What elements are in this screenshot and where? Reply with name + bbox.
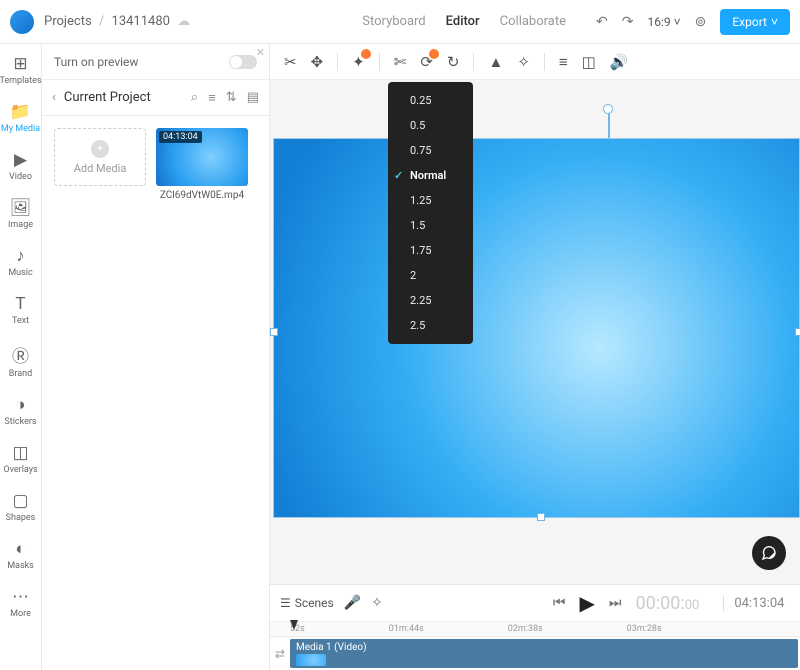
- timeline-ruler[interactable]: 52s01m:44s02m:38s03m:28s: [270, 621, 800, 637]
- rail-text[interactable]: TText: [0, 292, 41, 328]
- effects-icon[interactable]: ✧: [517, 53, 530, 71]
- adjust-icon[interactable]: ✦: [352, 53, 365, 71]
- chat-button[interactable]: [752, 536, 786, 570]
- mymedia-icon: 📁: [10, 102, 31, 122]
- tab-editor[interactable]: Editor: [446, 14, 480, 29]
- redo-icon[interactable]: ↷: [622, 14, 634, 30]
- speed-option[interactable]: 2.5: [388, 313, 473, 338]
- masks-icon: ◐: [15, 539, 25, 559]
- breadcrumb: Projects / 13411480 ☁: [44, 14, 190, 29]
- settings-icon[interactable]: ⊚: [695, 14, 707, 30]
- overlays-icon: ◫: [12, 443, 28, 463]
- mask-tool-icon[interactable]: ▲: [488, 53, 503, 71]
- media-duration: 04:13:04: [159, 131, 202, 143]
- undo-icon[interactable]: ↶: [596, 14, 608, 30]
- export-button[interactable]: Export ˅: [720, 9, 790, 35]
- plus-icon: +: [91, 140, 109, 158]
- more-icon: ⋯: [12, 587, 29, 607]
- rail-music[interactable]: ♪Music: [0, 244, 41, 280]
- breadcrumb-root[interactable]: Projects: [44, 14, 92, 29]
- search-icon[interactable]: ⌕: [191, 90, 198, 106]
- media-filename: ZCl69dVtW0E.mp4: [156, 190, 248, 201]
- panel-title: Current Project: [64, 90, 151, 105]
- play-button[interactable]: ▶: [580, 591, 595, 615]
- canvas-toolbar: ✂ ✥ ✦ ✄ ⟳ ↻ ▲ ✧ ≡ ◫ 🔊: [270, 44, 800, 80]
- rail-templates[interactable]: ⊞Templates: [0, 52, 41, 88]
- align-icon[interactable]: ≡: [559, 53, 568, 71]
- speed-option[interactable]: 2: [388, 263, 473, 288]
- rail-masks[interactable]: ◐Masks: [0, 537, 41, 573]
- ruler-tick: 02m:38s: [508, 624, 543, 634]
- templates-icon: ⊞: [13, 54, 27, 74]
- shapes-icon: ▢: [12, 491, 28, 511]
- rotate-handle[interactable]: [603, 104, 613, 114]
- cut-icon[interactable]: ✄: [394, 53, 407, 71]
- image-icon: 🖼: [10, 198, 32, 218]
- prev-frame-icon[interactable]: ⏮: [553, 595, 566, 611]
- preview-toggle[interactable]: [229, 55, 257, 69]
- marker-icon[interactable]: ✧: [371, 595, 383, 611]
- speed-option[interactable]: ✓Normal: [388, 163, 473, 188]
- speed-option[interactable]: 2.25: [388, 288, 473, 313]
- preview-label: Turn on preview: [54, 55, 138, 69]
- volume-icon[interactable]: 🔊: [610, 53, 629, 71]
- canvas-stage[interactable]: [273, 138, 800, 518]
- mic-icon[interactable]: 🎤: [344, 595, 361, 611]
- rail-shapes[interactable]: ▢Shapes: [0, 489, 41, 525]
- total-duration: 04:13:04: [723, 596, 784, 611]
- rail-overlays[interactable]: ◫Overlays: [0, 441, 41, 477]
- rail-stickers[interactable]: ◑Stickers: [0, 393, 41, 429]
- speed-icon[interactable]: ⟳: [420, 53, 433, 71]
- filter-icon[interactable]: ≡: [208, 90, 216, 106]
- text-icon: T: [15, 294, 25, 314]
- rail-brand[interactable]: ⓇBrand: [0, 340, 41, 381]
- tab-storyboard[interactable]: Storyboard: [362, 14, 425, 29]
- speed-option[interactable]: 1.25: [388, 188, 473, 213]
- speed-option[interactable]: 0.75: [388, 138, 473, 163]
- rail-image[interactable]: 🖼Image: [0, 196, 41, 232]
- rail-more[interactable]: ⋯More: [0, 585, 41, 621]
- rail-mymedia[interactable]: 📁My Media: [0, 100, 41, 136]
- timeline-clip[interactable]: Media 1 (Video): [290, 639, 798, 668]
- ruler-tick: 01m:44s: [389, 624, 424, 634]
- speed-option[interactable]: 1.5: [388, 213, 473, 238]
- app-logo[interactable]: [10, 10, 34, 34]
- track-link-icon[interactable]: ⇄: [270, 637, 290, 670]
- layers-icon[interactable]: ◫: [582, 53, 596, 71]
- ruler-tick: 03m:28s: [627, 624, 662, 634]
- video-icon: ▶: [14, 150, 27, 170]
- speed-option[interactable]: 1.75: [388, 238, 473, 263]
- fit-icon[interactable]: ✥: [311, 53, 324, 71]
- sort-icon[interactable]: ⇅: [226, 90, 237, 106]
- crop-icon[interactable]: ✂: [284, 53, 297, 71]
- brand-icon: Ⓡ: [12, 342, 29, 367]
- timecode: 00:00:00: [636, 593, 700, 614]
- back-icon[interactable]: ‹: [52, 90, 56, 105]
- add-media-button[interactable]: + Add Media: [54, 128, 146, 186]
- scenes-button[interactable]: ☰ Scenes: [280, 596, 334, 610]
- view-icon[interactable]: ▤: [247, 90, 259, 106]
- tab-collaborate[interactable]: Collaborate: [500, 14, 566, 29]
- aspect-ratio-select[interactable]: 16:9 ˅: [647, 15, 680, 29]
- speed-dropdown: 0.250.50.75✓Normal1.251.51.7522.252.5: [388, 82, 473, 344]
- close-panel-icon[interactable]: ✕: [256, 46, 265, 59]
- media-item[interactable]: 04:13:04 ZCl69dVtW0E.mp4: [156, 128, 248, 201]
- cloud-sync-icon: ☁: [177, 14, 190, 29]
- rotate-icon[interactable]: ↻: [447, 53, 460, 71]
- rail-video[interactable]: ▶Video: [0, 148, 41, 184]
- breadcrumb-project[interactable]: 13411480: [112, 14, 170, 29]
- speed-option[interactable]: 0.5: [388, 113, 473, 138]
- stickers-icon: ◑: [15, 395, 25, 415]
- music-icon: ♪: [16, 246, 25, 266]
- speed-option[interactable]: 0.25: [388, 88, 473, 113]
- next-frame-icon[interactable]: ⏭: [609, 595, 622, 611]
